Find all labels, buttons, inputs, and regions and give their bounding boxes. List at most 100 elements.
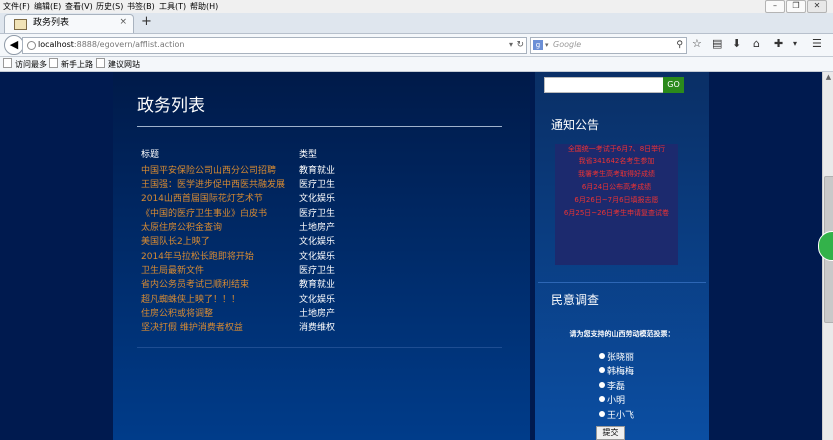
radio-button[interactable] <box>599 396 605 402</box>
menu-tools[interactable]: 工具(T) <box>159 1 186 12</box>
bookmark-label: 建议网站 <box>108 60 140 69</box>
column-header-title: 标题 <box>141 150 160 160</box>
survey-option[interactable]: 韩梅梅 <box>599 366 634 378</box>
affair-link[interactable]: 2014山西首届国际花灯艺术节 <box>141 192 263 206</box>
notice-heading: 通知公告 <box>551 118 600 132</box>
affair-link[interactable]: 2014年马拉松长跑即将开始 <box>141 250 254 264</box>
addon-icon[interactable]: ✚ <box>774 37 783 51</box>
engine-dropdown-icon[interactable]: ▾ <box>545 39 549 51</box>
bookmark-icon <box>3 58 12 68</box>
affair-type: 土地房产 <box>299 223 336 233</box>
table-row: 超凡蜘蛛侠上映了！！！ 文化娱乐 <box>141 293 511 307</box>
affair-link[interactable]: 王国强：医学进步促中西医共融发展 <box>141 178 285 192</box>
table-row: 坚决打假 维护消费者权益 消费维权 <box>141 321 511 335</box>
column-header-type: 类型 <box>299 150 318 160</box>
scroll-up-icon[interactable]: ▲ <box>823 73 833 82</box>
table-row: 住房公积或将调整 土地房产 <box>141 307 511 321</box>
menu-bookmarks[interactable]: 书签(B) <box>127 1 155 12</box>
menu-bar: 文件(F) 编辑(E) 查看(V) 历史(S) 书签(B) 工具(T) 帮助(H… <box>0 0 833 13</box>
notice-item[interactable]: 6月26日~7月6日填报志愿 <box>555 195 678 205</box>
affair-type: 消费维权 <box>299 323 336 333</box>
table-row: 《中国的医疗卫生事业》白皮书 医疗卫生 <box>141 207 511 221</box>
survey-heading: 民意调查 <box>551 293 600 307</box>
affair-link[interactable]: 坚决打假 维护消费者权益 <box>141 321 243 335</box>
bookmarks-list-icon[interactable]: ▤ <box>712 37 722 51</box>
survey-submit-button[interactable]: 提交 <box>596 426 625 440</box>
sidebar: GO 通知公告 全国统一考试于6月7、8日举行 我省341642名考生参加 我署… <box>535 72 709 440</box>
star-icon[interactable]: ☆ <box>692 37 702 51</box>
notice-item[interactable]: 全国统一考试于6月7、8日举行 <box>555 144 678 154</box>
sidebar-search-input[interactable] <box>544 77 664 93</box>
close-window-button[interactable]: ✕ <box>807 0 827 13</box>
sidebar-search-go-button[interactable]: GO <box>663 77 684 93</box>
affair-type: 医疗卫生 <box>299 180 336 190</box>
affair-type: 教育就业 <box>299 166 336 176</box>
table-row: 中国平安保险公司山西分公司招聘 教育就业 <box>141 164 511 178</box>
affair-type: 医疗卫生 <box>299 266 336 276</box>
url-host: localhost <box>38 40 74 49</box>
affair-type: 文化娱乐 <box>299 252 336 262</box>
back-icon[interactable]: ◀ <box>4 35 24 55</box>
affair-link[interactable]: 省内公务员考试已顺利结束 <box>141 278 249 292</box>
survey-option[interactable]: 王小飞 <box>599 410 634 422</box>
search-placeholder[interactable]: Google <box>553 39 581 51</box>
bookmark-suggested-sites[interactable]: 建议网站 <box>96 58 140 71</box>
sidebar-divider <box>538 282 706 283</box>
site-identity-icon[interactable] <box>27 41 36 50</box>
notice-marquee: 全国统一考试于6月7、8日举行 我省341642名考生参加 我署考生高考取得好成… <box>555 144 678 265</box>
affair-link[interactable]: 《中国的医疗卫生事业》白皮书 <box>141 207 267 221</box>
bookmarks-toolbar: 访问最多 新手上路 建议网站 <box>0 57 833 72</box>
table-row: 美国队长2上映了 文化娱乐 <box>141 235 511 249</box>
tab-title: 政务列表 <box>33 18 70 28</box>
affair-link[interactable]: 住房公积或将调整 <box>141 307 213 321</box>
url-text[interactable]: localhost:8888/egovern/afflist.action <box>38 39 184 51</box>
affair-link[interactable]: 中国平安保险公司山西分公司招聘 <box>141 164 276 178</box>
survey-option[interactable]: 李磊 <box>599 381 625 393</box>
navigation-bar: ◀ localhost:8888/egovern/afflist.action … <box>0 34 833 57</box>
home-icon[interactable]: ⌂ <box>753 37 760 51</box>
survey-option[interactable]: 小明 <box>599 395 625 407</box>
restore-button[interactable]: ❐ <box>786 0 806 13</box>
option-label: 李磊 <box>607 382 626 392</box>
survey-option[interactable]: 张晓丽 <box>599 352 634 364</box>
tab-close-icon[interactable]: × <box>119 17 127 28</box>
table-row: 2014年马拉松长跑即将开始 文化娱乐 <box>141 250 511 264</box>
menu-history[interactable]: 历史(S) <box>96 1 123 12</box>
bookmark-most-visited[interactable]: 访问最多 <box>3 58 47 71</box>
search-engine-icon[interactable]: g <box>533 40 543 50</box>
affair-type: 教育就业 <box>299 280 336 290</box>
table-row: 王国强：医学进步促中西医共融发展 医疗卫生 <box>141 178 511 192</box>
affair-link[interactable]: 超凡蜘蛛侠上映了！！！ <box>141 293 240 307</box>
addon-dropdown-icon[interactable]: ▾ <box>793 37 797 51</box>
radio-button[interactable] <box>599 367 605 373</box>
affair-link[interactable]: 美国队长2上映了 <box>141 235 210 249</box>
radio-button[interactable] <box>599 382 605 388</box>
new-tab-button[interactable]: + <box>141 15 152 29</box>
radio-button[interactable] <box>599 353 605 359</box>
address-bar[interactable]: localhost:8888/egovern/afflist.action ▾ … <box>22 37 527 54</box>
affair-link[interactable]: 太原住房公积金查询 <box>141 221 222 235</box>
title-divider <box>137 126 502 127</box>
menu-icon[interactable]: ☰ <box>812 37 822 51</box>
download-icon[interactable]: ⬇ <box>732 37 741 51</box>
tab-active[interactable]: 政务列表 × <box>4 14 134 33</box>
search-bar[interactable]: g ▾ Google ⚲ <box>530 37 687 54</box>
notice-item[interactable]: 我署考生高考取得好成绩 <box>555 169 678 179</box>
menu-file[interactable]: 文件(F) <box>3 1 30 12</box>
menu-view[interactable]: 查看(V) <box>65 1 93 12</box>
menu-help[interactable]: 帮助(H) <box>190 1 218 12</box>
affair-link[interactable]: 卫生局最新文件 <box>141 264 204 278</box>
survey-question: 请为您支持的山西劳动模范投票： <box>569 330 675 338</box>
menu-edit[interactable]: 编辑(E) <box>34 1 61 12</box>
minimize-button[interactable]: – <box>765 0 785 13</box>
bookmark-getting-started[interactable]: 新手上路 <box>49 58 93 71</box>
bookmark-label: 新手上路 <box>61 60 93 69</box>
search-icon[interactable]: ⚲ <box>676 39 683 51</box>
notice-item[interactable]: 6月24日公布高考成绩 <box>555 182 678 192</box>
radio-button[interactable] <box>599 411 605 417</box>
notice-item[interactable]: 我省341642名考生参加 <box>555 156 678 166</box>
history-dropdown-icon[interactable]: ▾ <box>509 39 513 51</box>
reload-icon[interactable]: ↻ <box>516 39 524 51</box>
notice-item[interactable]: 6月25日~26日考生申请复查试卷 <box>555 208 678 218</box>
affair-type: 文化娱乐 <box>299 295 336 305</box>
